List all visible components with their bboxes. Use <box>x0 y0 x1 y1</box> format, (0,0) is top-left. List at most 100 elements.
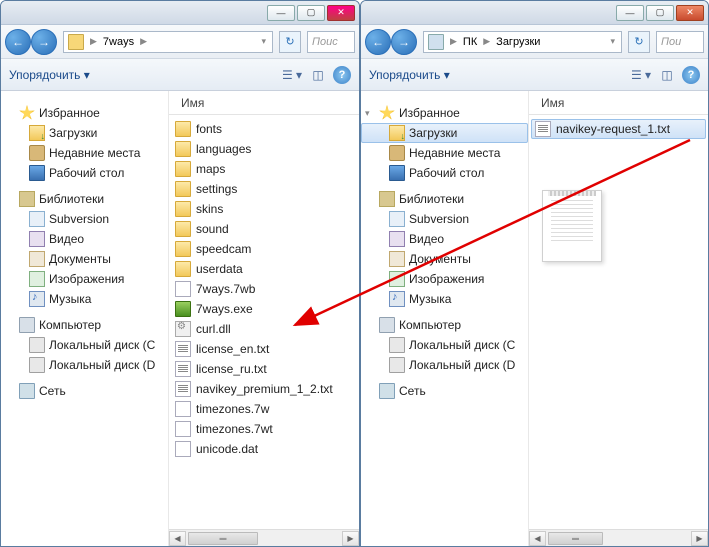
view-options-icon[interactable]: ☰ ▾ <box>630 66 652 84</box>
folder-icon <box>175 201 191 217</box>
sidebar-item-drive-c[interactable]: Локальный диск (C <box>361 335 528 355</box>
sidebar-item-music[interactable]: Музыка <box>1 289 168 309</box>
dropdown-icon[interactable]: ▾ <box>608 36 617 47</box>
sidebar-item-drive-c[interactable]: Локальный диск (C <box>1 335 168 355</box>
horizontal-scrollbar[interactable]: ◀ ▬ ▶ <box>169 529 359 546</box>
titlebar[interactable]: — ▢ ✕ <box>361 1 708 25</box>
forward-button[interactable]: → <box>391 29 417 55</box>
search-input[interactable]: Поис <box>307 31 355 53</box>
sidebar-item-drive-d[interactable]: Локальный диск (D <box>1 355 168 375</box>
sidebar-item-drive-d[interactable]: Локальный диск (D <box>361 355 528 375</box>
column-header-name[interactable]: Имя <box>169 91 359 115</box>
file-row[interactable]: 7ways.exe <box>171 299 357 319</box>
help-icon[interactable]: ? <box>333 66 351 84</box>
file-name: languages <box>196 142 251 156</box>
refresh-button[interactable]: ↻ <box>279 31 301 53</box>
minimize-button[interactable]: — <box>616 5 644 21</box>
folder-row[interactable]: settings <box>171 179 357 199</box>
star-icon <box>19 105 35 121</box>
sidebar-item-subversion[interactable]: Subversion <box>1 209 168 229</box>
sidebar-item-desktop[interactable]: Рабочий стол <box>1 163 168 183</box>
scroll-thumb[interactable]: ▬ <box>548 532 603 545</box>
folder-icon <box>175 161 191 177</box>
network-group[interactable]: Сеть <box>361 381 528 401</box>
column-header-name[interactable]: Имя <box>529 91 708 115</box>
view-options-icon[interactable]: ☰ ▾ <box>281 66 303 84</box>
file-row[interactable]: timezones.7wt <box>171 419 357 439</box>
preview-pane-icon[interactable]: ◫ <box>307 66 329 84</box>
scroll-right-button[interactable]: ▶ <box>691 531 708 546</box>
sidebar-item-subversion[interactable]: Subversion <box>361 209 528 229</box>
organize-button[interactable]: Упорядочить ▾ <box>369 68 450 82</box>
folder-row[interactable]: languages <box>171 139 357 159</box>
help-icon[interactable]: ? <box>682 66 700 84</box>
network-group[interactable]: Сеть <box>1 381 168 401</box>
maximize-button[interactable]: ▢ <box>297 5 325 21</box>
folder-row[interactable]: skins <box>171 199 357 219</box>
file-list[interactable]: navikey-request_1.txt <box>529 115 708 529</box>
sidebar-item-recent[interactable]: Недавние места <box>361 143 528 163</box>
close-button[interactable]: ✕ <box>327 5 355 21</box>
breadcrumb-segment[interactable]: Загрузки <box>496 36 540 48</box>
sidebar-item-images[interactable]: Изображения <box>1 269 168 289</box>
sidebar-item-documents[interactable]: Документы <box>361 249 528 269</box>
back-button[interactable]: ← <box>365 29 391 55</box>
folder-row[interactable]: userdata <box>171 259 357 279</box>
minimize-button[interactable]: — <box>267 5 295 21</box>
folder-row[interactable]: speedcam <box>171 239 357 259</box>
favorites-group[interactable]: Избранное <box>1 103 168 123</box>
sidebar-item-video[interactable]: Видео <box>361 229 528 249</box>
file-list[interactable]: fonts languages mapssettingsskins sound spee… <box>169 115 359 529</box>
libraries-group[interactable]: Библиотеки <box>361 189 528 209</box>
maximize-button[interactable]: ▢ <box>646 5 674 21</box>
file-row[interactable]: license_ru.txt <box>171 359 357 379</box>
libraries-group[interactable]: Библиотеки <box>1 189 168 209</box>
file-icon <box>175 441 191 457</box>
breadcrumb-segment[interactable]: 7ways <box>103 36 134 48</box>
file-row[interactable]: license_en.txt <box>171 339 357 359</box>
file-row[interactable]: unicode.dat <box>171 439 357 459</box>
breadcrumb-segment[interactable]: ПК <box>463 36 477 48</box>
file-name: sound <box>196 222 229 236</box>
close-button[interactable]: ✕ <box>676 5 704 21</box>
sidebar-item-downloads[interactable]: Загрузки <box>361 123 528 143</box>
horizontal-scrollbar[interactable]: ◀ ▬ ▶ <box>529 529 708 546</box>
folder-row[interactable]: sound <box>171 219 357 239</box>
computer-group[interactable]: Компьютер <box>1 315 168 335</box>
file-row[interactable]: navikey-request_1.txt <box>531 119 706 139</box>
favorites-group[interactable]: ▾Избранное <box>361 103 528 123</box>
file-row[interactable]: navikey_premium_1_2.txt <box>171 379 357 399</box>
sidebar-item-desktop[interactable]: Рабочий стол <box>361 163 528 183</box>
preview-pane-icon[interactable]: ◫ <box>656 66 678 84</box>
scroll-left-button[interactable]: ◀ <box>529 531 546 546</box>
address-bar[interactable]: ▶ ПК ▶ Загрузки ▾ <box>423 31 622 53</box>
file-row[interactable]: curl.dll <box>171 319 357 339</box>
scroll-left-button[interactable]: ◀ <box>169 531 186 546</box>
search-input[interactable]: Пои <box>656 31 704 53</box>
file-row[interactable]: timezones.7w <box>171 399 357 419</box>
navigation-tree[interactable]: ▾Избранное Загрузки Недавние места Рабоч… <box>361 91 529 546</box>
address-bar[interactable]: ▶ 7ways ▶ ▾ <box>63 31 273 53</box>
folder-row[interactable]: maps <box>171 159 357 179</box>
back-button[interactable]: ← <box>5 29 31 55</box>
sidebar-item-images[interactable]: Изображения <box>361 269 528 289</box>
organize-button[interactable]: Упорядочить ▾ <box>9 68 90 82</box>
computer-group[interactable]: Компьютер <box>361 315 528 335</box>
sidebar-item-recent[interactable]: Недавние места <box>1 143 168 163</box>
navigation-tree[interactable]: Избранное Загрузки Недавние места Рабочи… <box>1 91 169 546</box>
dropdown-icon[interactable]: ▾ <box>259 36 268 47</box>
folder-row[interactable]: fonts <box>171 119 357 139</box>
sidebar-item-video[interactable]: Видео <box>1 229 168 249</box>
scroll-right-button[interactable]: ▶ <box>342 531 359 546</box>
file-row[interactable]: 7ways.7wb <box>171 279 357 299</box>
toolbar: Упорядочить ▾ ☰ ▾ ◫ ? <box>361 59 708 91</box>
scroll-thumb[interactable]: ▬ <box>188 532 258 545</box>
refresh-button[interactable]: ↻ <box>628 31 650 53</box>
sidebar-item-documents[interactable]: Документы <box>1 249 168 269</box>
txt-icon <box>175 341 191 357</box>
sidebar-item-downloads[interactable]: Загрузки <box>1 123 168 143</box>
titlebar[interactable]: — ▢ ✕ <box>1 1 359 25</box>
forward-button[interactable]: → <box>31 29 57 55</box>
sidebar-item-music[interactable]: Музыка <box>361 289 528 309</box>
chevron-right-icon: ▶ <box>88 36 99 47</box>
